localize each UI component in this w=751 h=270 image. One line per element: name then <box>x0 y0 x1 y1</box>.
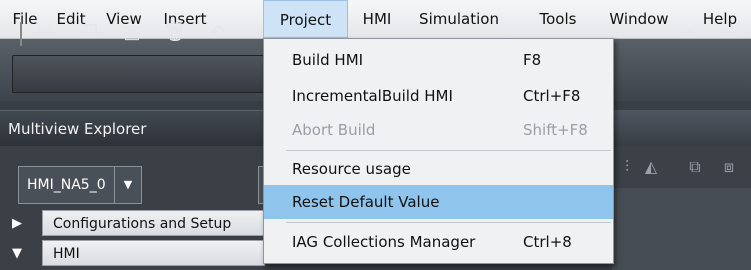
menu-item-label: IncrementalBuild HMI <box>292 87 453 105</box>
menu-item-label: IAG Collections Manager <box>292 233 476 251</box>
menu-item-iag-collections-manager[interactable]: IAG Collections Manager Ctrl+8 <box>264 225 613 259</box>
window-icon[interactable]: ▭ <box>714 18 744 48</box>
ungroup-icon[interactable]: ⧈ <box>718 156 740 178</box>
toolbar-grip[interactable] <box>20 22 22 46</box>
menu-item-resource-usage[interactable]: Resource usage <box>264 152 613 186</box>
menu-item-label: Reset Default Value <box>292 193 440 211</box>
flip-icon[interactable]: ◭ <box>640 156 662 178</box>
delete-icon[interactable]: 🗑 <box>160 18 190 48</box>
cut-icon[interactable]: ✂ <box>30 18 60 48</box>
group-icon[interactable]: ⧉ <box>684 156 706 178</box>
menu-simulation[interactable]: Simulation <box>404 0 514 38</box>
align-icon[interactable]: ⫶ <box>616 156 638 178</box>
menu-separator <box>286 222 611 223</box>
menu-item-shortcut: Shift+F8 <box>523 121 588 139</box>
menu-item-incremental-build[interactable]: IncrementalBuild HMI Ctrl+F8 <box>264 79 613 113</box>
menu-bar: File Edit View Insert Project HMI Simula… <box>0 0 751 39</box>
copy-icon[interactable]: ❐ <box>75 18 105 48</box>
toolbar-strip <box>12 55 264 93</box>
menu-item-label: Build HMI <box>292 51 364 69</box>
tree-item-hmi[interactable]: ▼ HMI <box>0 240 265 266</box>
menu-tools[interactable]: Tools <box>528 0 588 38</box>
menu-item-label: Abort Build <box>292 121 376 139</box>
tree-item-label: HMI <box>42 240 265 266</box>
menu-project[interactable]: Project <box>263 0 348 38</box>
device-select[interactable]: HMI_NA5_0 ▼ <box>18 166 142 204</box>
tree-item-label: Configurations and Setup <box>42 210 265 236</box>
menu-item-label: Resource usage <box>292 160 411 178</box>
chevron-down-icon[interactable]: ▼ <box>114 167 141 203</box>
menu-window[interactable]: Window <box>600 0 678 38</box>
editor-tab-header <box>612 110 751 146</box>
menu-item-shortcut: Ctrl+F8 <box>523 87 581 105</box>
menu-item-shortcut: F8 <box>523 51 542 69</box>
paste-icon[interactable]: ▤ <box>117 18 147 48</box>
find-icon[interactable]: ⌕ <box>674 18 704 48</box>
menu-item-build-hmi[interactable]: Build HMI F8 <box>264 43 613 77</box>
menu-item-reset-default-value[interactable]: Reset Default Value <box>264 185 613 219</box>
explorer-title: Multiview Explorer <box>0 110 265 146</box>
menu-hmi[interactable]: HMI <box>352 0 402 38</box>
collapse-icon[interactable]: ▼ <box>12 245 30 263</box>
undo-icon[interactable]: ↶ <box>202 18 232 48</box>
menu-separator <box>286 150 611 151</box>
menu-item-shortcut: Ctrl+8 <box>523 233 572 251</box>
project-menu: Build HMI F8 IncrementalBuild HMI Ctrl+F… <box>263 38 614 264</box>
tree-item-configurations[interactable]: ▶ Configurations and Setup <box>0 210 265 236</box>
device-select-value: HMI_NA5_0 <box>27 177 106 193</box>
expand-icon[interactable]: ▶ <box>12 215 30 233</box>
menu-item-abort-build: Abort Build Shift+F8 <box>264 113 613 147</box>
